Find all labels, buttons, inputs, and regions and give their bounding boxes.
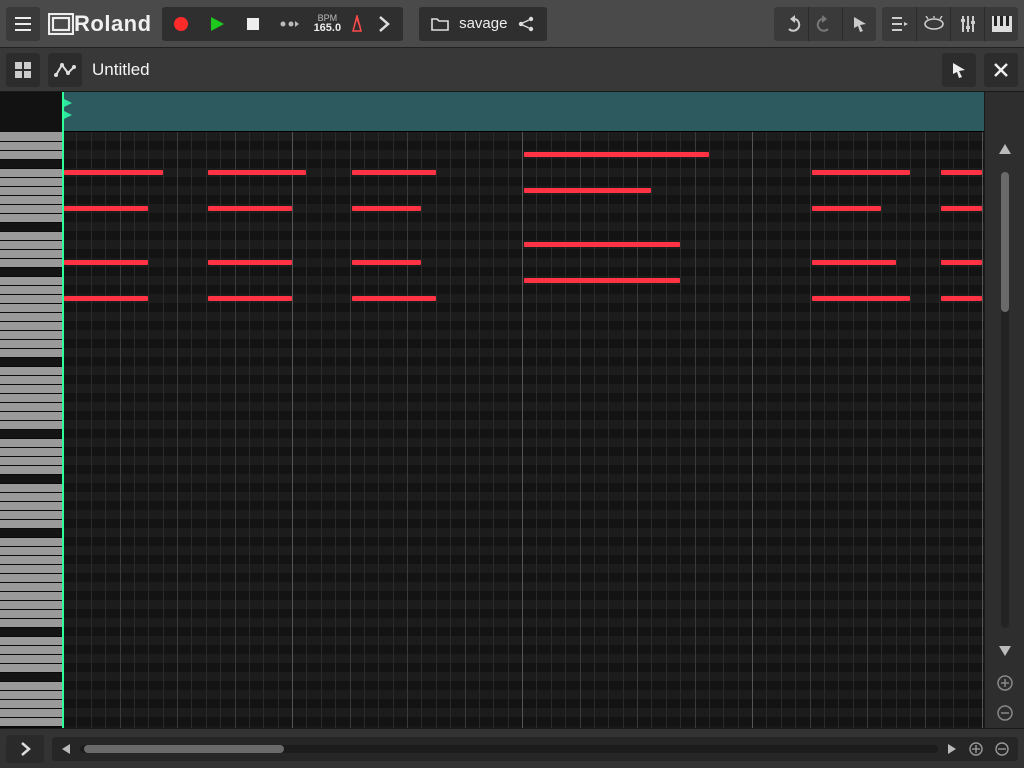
redo-button[interactable]: [808, 7, 842, 41]
note[interactable]: [524, 188, 651, 193]
note[interactable]: [352, 170, 436, 175]
hzoom-out-button[interactable]: [992, 741, 1012, 757]
folder-open-icon: [431, 16, 449, 32]
keyboard-button[interactable]: [984, 7, 1018, 41]
pointer-tool-button[interactable]: [842, 7, 876, 41]
project-name: savage: [459, 15, 507, 32]
piano-key-gutter[interactable]: [0, 92, 62, 728]
note[interactable]: [64, 206, 148, 211]
select-tool-button[interactable]: [942, 53, 976, 87]
piano-roll-workspace: [0, 92, 1024, 728]
note[interactable]: [941, 206, 982, 211]
note[interactable]: [812, 260, 896, 265]
note[interactable]: [352, 260, 422, 265]
quantize-button[interactable]: [882, 7, 916, 41]
top-toolbar: Roland BPM 165.0 savage: [0, 0, 1024, 48]
note[interactable]: [208, 170, 307, 175]
note[interactable]: [352, 206, 422, 211]
note[interactable]: [812, 206, 882, 211]
note[interactable]: [524, 152, 709, 157]
mixer-button[interactable]: [950, 7, 984, 41]
scroll-down-button[interactable]: [985, 634, 1024, 668]
note-grid[interactable]: [62, 92, 984, 728]
hscroll-right-button[interactable]: [944, 743, 960, 755]
scroll-up-button[interactable]: [985, 132, 1024, 166]
horizontal-scrollbar[interactable]: [80, 745, 938, 753]
horizontal-scroll-panel: [52, 737, 1018, 761]
note[interactable]: [941, 260, 982, 265]
view-button[interactable]: [916, 7, 950, 41]
playhead[interactable]: [62, 92, 64, 728]
horizontal-scroll-thumb[interactable]: [84, 745, 284, 753]
note[interactable]: [524, 278, 680, 283]
play-button[interactable]: [200, 9, 234, 39]
metronome-icon[interactable]: [349, 15, 365, 33]
bpm-display[interactable]: BPM 165.0: [308, 14, 348, 34]
note[interactable]: [64, 170, 163, 175]
vertical-scroll-panel: [984, 92, 1024, 728]
note[interactable]: [208, 260, 292, 265]
pattern-header: Untitled: [0, 48, 1024, 92]
transport-controls: BPM 165.0: [162, 7, 404, 41]
brand-logo: Roland: [46, 7, 156, 41]
note[interactable]: [941, 296, 982, 301]
pattern-title: Untitled: [92, 60, 150, 80]
timeline-ruler[interactable]: [62, 92, 984, 132]
next-button[interactable]: [367, 9, 401, 39]
bottom-bar: [0, 728, 1024, 768]
grid-view-button[interactable]: [6, 53, 40, 87]
note[interactable]: [208, 206, 292, 211]
note[interactable]: [208, 296, 292, 301]
expand-panel-button[interactable]: [6, 735, 44, 763]
toolbar-right: [774, 7, 1018, 41]
vertical-scrollbar[interactable]: [1001, 172, 1009, 628]
hscroll-left-button[interactable]: [58, 743, 74, 755]
roland-mark-icon: [48, 13, 74, 35]
vzoom-out-button[interactable]: [985, 698, 1024, 728]
close-button[interactable]: [984, 53, 1018, 87]
bpm-value: 165.0: [314, 23, 342, 34]
vzoom-in-button[interactable]: [985, 668, 1024, 698]
note[interactable]: [812, 170, 911, 175]
automation-button[interactable]: [48, 53, 82, 87]
note[interactable]: [524, 242, 680, 247]
share-icon: [517, 16, 535, 32]
brand-text: Roland: [74, 11, 152, 37]
note[interactable]: [941, 170, 982, 175]
vertical-scroll-thumb[interactable]: [1001, 172, 1009, 312]
undo-button[interactable]: [774, 7, 808, 41]
note[interactable]: [64, 260, 148, 265]
project-selector[interactable]: savage: [419, 7, 547, 41]
note[interactable]: [64, 296, 148, 301]
menu-button[interactable]: [6, 7, 40, 41]
note[interactable]: [352, 296, 436, 301]
note[interactable]: [812, 296, 911, 301]
record-button[interactable]: [164, 9, 198, 39]
stop-button[interactable]: [236, 9, 270, 39]
step-button[interactable]: [272, 9, 306, 39]
hzoom-in-button[interactable]: [966, 741, 986, 757]
